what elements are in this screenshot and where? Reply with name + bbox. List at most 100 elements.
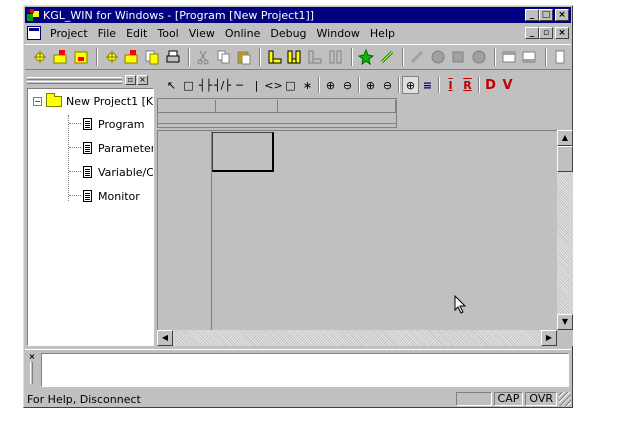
menu-project[interactable]: Project bbox=[45, 27, 93, 40]
select-tool-icon[interactable]: ↖ bbox=[163, 76, 180, 94]
link-icon[interactable] bbox=[378, 47, 396, 67]
scroll-corner bbox=[557, 330, 573, 346]
ladder-icon-3[interactable] bbox=[306, 47, 324, 67]
app-icon[interactable] bbox=[27, 8, 40, 22]
ladder-cursor[interactable] bbox=[212, 132, 274, 172]
panel-grip[interactable] bbox=[27, 81, 122, 84]
device-icon[interactable]: D bbox=[482, 76, 499, 94]
output-close-button[interactable]: × bbox=[27, 353, 37, 362]
zoom-fit-icon[interactable]: ⊕ bbox=[402, 76, 419, 94]
monitor-icon[interactable] bbox=[408, 47, 426, 67]
plc-run-icon[interactable] bbox=[357, 47, 375, 67]
tree-item-monitor[interactable]: Monitor bbox=[83, 188, 140, 204]
special-icon[interactable]: ∗ bbox=[299, 76, 316, 94]
panel-close-button[interactable]: × bbox=[137, 75, 148, 85]
tree-item-label: Variable/Co bbox=[98, 165, 154, 179]
ladder-icon-1[interactable] bbox=[265, 47, 283, 67]
header-cell bbox=[158, 100, 216, 112]
scroll-up-button[interactable]: ▲ bbox=[557, 130, 573, 146]
ladder-icon-4[interactable] bbox=[327, 47, 345, 67]
zoom-out-alt-icon[interactable]: ⊖ bbox=[379, 76, 396, 94]
open-project-icon[interactable] bbox=[51, 47, 69, 67]
project-tree[interactable]: − New Project1 [K Program Parameter Vari… bbox=[27, 88, 154, 346]
output-panel: × bbox=[25, 349, 571, 389]
paste-icon[interactable] bbox=[235, 47, 253, 67]
copy-icon[interactable] bbox=[215, 47, 233, 67]
project-panel-header[interactable]: ▫ × bbox=[25, 74, 155, 88]
zoom-out-icon[interactable]: ⊖ bbox=[339, 76, 356, 94]
child-restore-button[interactable]: ▫ bbox=[539, 27, 553, 39]
menu-tool[interactable]: Tool bbox=[152, 27, 183, 40]
contact-no-icon[interactable]: ┤├ bbox=[197, 76, 214, 94]
document-icon bbox=[83, 142, 92, 154]
tree-item-program[interactable]: Program bbox=[83, 116, 144, 132]
panel-grip[interactable] bbox=[30, 362, 33, 384]
vertical-scrollbar[interactable]: ▲ ▼ bbox=[557, 130, 573, 330]
tree-root-label: New Project1 [K bbox=[66, 94, 154, 108]
document-icon[interactable] bbox=[27, 26, 41, 40]
header-divider bbox=[158, 123, 396, 124]
open-file-icon[interactable] bbox=[123, 47, 141, 67]
header-cell bbox=[278, 100, 396, 112]
input-instruction-icon[interactable]: I bbox=[442, 76, 459, 94]
scroll-down-button[interactable]: ▼ bbox=[557, 314, 573, 330]
child-minimize-button[interactable]: _ bbox=[525, 27, 539, 39]
minimize-button[interactable]: _ bbox=[525, 9, 539, 21]
contact-nc-icon[interactable]: ┤/├ bbox=[214, 76, 231, 94]
maximize-button[interactable]: □ bbox=[539, 9, 553, 21]
ladder-icon-2[interactable] bbox=[286, 47, 304, 67]
zoom-in-alt-icon[interactable]: ⊕ bbox=[362, 76, 379, 94]
cut-icon[interactable] bbox=[194, 47, 212, 67]
tree-connector bbox=[69, 195, 81, 196]
output-text-area[interactable] bbox=[41, 353, 569, 387]
box-tool-icon[interactable]: □ bbox=[180, 76, 197, 94]
new-project-icon[interactable] bbox=[31, 47, 49, 67]
child-close-button[interactable]: × bbox=[555, 27, 569, 39]
stop-icon[interactable] bbox=[428, 47, 446, 67]
menu-debug[interactable]: Debug bbox=[265, 27, 311, 40]
window-icon-1[interactable] bbox=[500, 47, 518, 67]
print-icon[interactable] bbox=[164, 47, 182, 67]
status-message: For Help, Disconnect bbox=[27, 392, 141, 406]
new-file-icon[interactable] bbox=[102, 47, 120, 67]
window-icon-3[interactable] bbox=[551, 47, 569, 67]
list-icon[interactable]: ≡ bbox=[419, 76, 436, 94]
ladder-canvas[interactable] bbox=[157, 130, 557, 331]
close-button[interactable]: × bbox=[555, 9, 569, 21]
vertical-line-icon[interactable]: | bbox=[248, 76, 265, 94]
tree-connector bbox=[69, 171, 81, 172]
scroll-right-button[interactable]: ▶ bbox=[541, 330, 557, 346]
horizontal-line-icon[interactable]: ─ bbox=[231, 76, 248, 94]
coil-icon[interactable]: <> bbox=[264, 76, 282, 94]
menu-online[interactable]: Online bbox=[220, 27, 265, 40]
horizontal-scrollbar[interactable]: ◀ ▶ bbox=[157, 330, 557, 346]
collapse-icon[interactable]: − bbox=[33, 97, 42, 106]
scroll-left-button[interactable]: ◀ bbox=[157, 330, 173, 346]
menu-file[interactable]: File bbox=[93, 27, 121, 40]
menu-help[interactable]: Help bbox=[365, 27, 400, 40]
panel-grip[interactable] bbox=[27, 77, 122, 80]
download-icon[interactable] bbox=[449, 47, 467, 67]
menu-window[interactable]: Window bbox=[312, 27, 365, 40]
folder-icon bbox=[46, 92, 62, 107]
save-project-icon[interactable] bbox=[72, 47, 90, 67]
tree-item-variable[interactable]: Variable/Co bbox=[83, 164, 154, 180]
function-box-icon[interactable]: □ bbox=[282, 76, 299, 94]
upload-icon[interactable] bbox=[469, 47, 487, 67]
menu-edit[interactable]: Edit bbox=[121, 27, 152, 40]
variable-icon[interactable]: V bbox=[499, 76, 516, 94]
tree-item-parameter[interactable]: Parameter bbox=[83, 140, 153, 156]
scroll-thumb[interactable] bbox=[557, 146, 573, 172]
menu-view[interactable]: View bbox=[184, 27, 220, 40]
output-panel-grip[interactable]: × bbox=[27, 353, 41, 387]
tree-root[interactable]: New Project1 [K bbox=[46, 92, 154, 109]
header-cell bbox=[216, 100, 278, 112]
zoom-in-icon[interactable]: ⊕ bbox=[322, 76, 339, 94]
window-icon-2[interactable] bbox=[520, 47, 538, 67]
resize-grip-icon[interactable] bbox=[559, 392, 571, 406]
panel-restore-button[interactable]: ▫ bbox=[125, 75, 136, 85]
tree-connector bbox=[69, 123, 81, 124]
reset-instruction-icon[interactable]: R bbox=[459, 76, 476, 94]
title-bar[interactable]: KGL_WIN for Windows - [Program [New Proj… bbox=[25, 7, 571, 23]
copy-file-icon[interactable] bbox=[143, 47, 161, 67]
